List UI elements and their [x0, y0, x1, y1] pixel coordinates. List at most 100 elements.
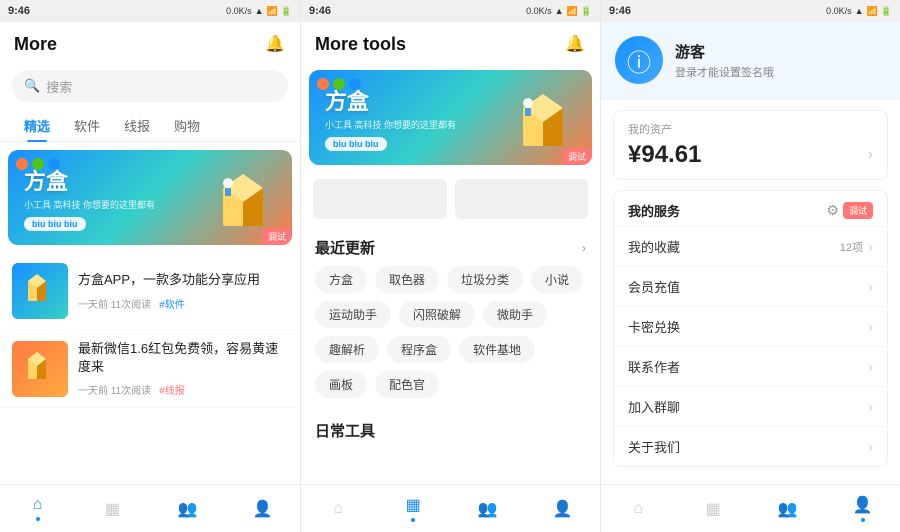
people-icon-1: 👥 [178, 499, 198, 519]
nav-home-3[interactable]: ⌂ [601, 485, 676, 532]
recent-more[interactable]: › [582, 241, 586, 255]
search-bar-1[interactable]: 🔍 搜索 [12, 70, 288, 102]
profile-info: 游客 登录才能设置签名哦 [675, 41, 774, 80]
bell-button-1[interactable]: 🔔 [264, 33, 286, 55]
tool-tag-8[interactable]: 程序盒 [387, 336, 451, 363]
tab-featured[interactable]: 精选 [12, 110, 62, 141]
article-info-1: 最新微信1.6红包免费领，容易黄速度来 一天前 11次阅读 #线报 [78, 340, 288, 397]
service-item-label-2: 卡密兑换 [628, 317, 680, 336]
daily-title: 日常工具 [315, 420, 375, 441]
nav-grid-1[interactable]: ▦ [75, 485, 150, 532]
article-thumb-1 [12, 341, 68, 397]
article-meta-1: 一天前 11次阅读 #线报 [78, 382, 288, 397]
banner-btn-2[interactable]: biu biu biu [325, 137, 387, 151]
banner-btn-1[interactable]: biu biu biu [24, 217, 86, 231]
service-item-0[interactable]: 我的收藏 12项 › [614, 226, 887, 266]
status-icons-3: 0.0K/s ▲ 📶 🔋 [826, 6, 892, 17]
service-item-right-4: › [869, 400, 873, 414]
battery-icon-3: 🔋 [881, 6, 892, 17]
nav-person-1[interactable]: 👤 [225, 485, 300, 532]
service-item-5[interactable]: 关于我们 › [614, 426, 887, 466]
tool-tag-3[interactable]: 小说 [531, 266, 583, 293]
home-icon-1: ⌂ [33, 496, 43, 514]
nav-people-1[interactable]: 👥 [150, 485, 225, 532]
banner-2[interactable]: 方盒 小工具 高科技 你想要的这里都有 biu biu biu 调试 [309, 70, 592, 165]
time-3: 9:46 [609, 5, 631, 17]
banner-sub-1: 小工具 高科技 你想要的这里都有 [24, 198, 155, 211]
asset-row: ¥94.61 › [628, 141, 873, 169]
service-item-4[interactable]: 加入群聊 › [614, 386, 887, 426]
bell-button-2[interactable]: 🔔 [564, 33, 586, 55]
section-header-recent: 最近更新 › [315, 237, 586, 258]
signal-icon-2: ▲ [555, 6, 564, 16]
nav-person-2[interactable]: 👤 [525, 485, 600, 532]
article-info-0: 方盒APP，一款多功能分享应用 一天前 11次阅读 #软件 [78, 271, 288, 310]
service-item-label-0: 我的收藏 [628, 237, 680, 256]
gear-icon[interactable]: ⚙ [826, 202, 839, 219]
header-2: More tools 🔔 [301, 22, 600, 66]
tool-tag-1[interactable]: 取色器 [375, 266, 439, 293]
tool-tag-4[interactable]: 运动助手 [315, 301, 391, 328]
tool-tag-11[interactable]: 配色官 [375, 371, 439, 398]
nav-person-3[interactable]: 👤 [825, 485, 900, 532]
chevron-icon-2: › [869, 320, 873, 334]
tool-tag-0[interactable]: 方盒 [315, 266, 367, 293]
person-icon-2: 👤 [553, 499, 573, 519]
tool-tag-5[interactable]: 闪照破解 [399, 301, 475, 328]
tool-tag-2[interactable]: 垃圾分类 [447, 266, 523, 293]
article-tag-1: #线报 [159, 382, 185, 397]
nav-home-2[interactable]: ⌂ [301, 485, 376, 532]
debug-badge-1: 调试 [262, 228, 292, 245]
daily-section: 日常工具 [301, 410, 600, 453]
asset-card[interactable]: 我的资产 ¥94.61 › [613, 110, 888, 180]
banner-inner-2: 方盒 小工具 高科技 你想要的这里都有 biu biu biu [309, 70, 592, 165]
service-item-right-2: › [869, 320, 873, 334]
nav-dot-2 [411, 518, 415, 522]
time-1: 9:46 [8, 5, 30, 17]
article-title-0: 方盒APP，一款多功能分享应用 [78, 271, 288, 289]
service-item-1[interactable]: 会员充值 › [614, 266, 887, 306]
service-item-label-5: 关于我们 [628, 437, 680, 456]
page-title-2: More tools [315, 34, 406, 55]
banner-1[interactable]: 方盒 小工具 高科技 你想要的这里都有 biu biu biu [8, 150, 292, 245]
header-1: More 🔔 [0, 22, 300, 66]
debug-badge-2: 调试 [562, 148, 592, 165]
section-header-daily: 日常工具 [315, 420, 586, 441]
tool-tag-7[interactable]: 趣解析 [315, 336, 379, 363]
panel-profile: 9:46 0.0K/s ▲ 📶 🔋 ⓘ 游客 登录才能设置签名哦 我的资产 ¥9… [600, 0, 900, 532]
service-item-2[interactable]: 卡密兑换 › [614, 306, 887, 346]
tool-tag-10[interactable]: 画板 [315, 371, 367, 398]
nav-people-3[interactable]: 👥 [751, 485, 826, 532]
banner-inner-1: 方盒 小工具 高科技 你想要的这里都有 biu biu biu [8, 150, 292, 245]
panel-more: 9:46 0.0K/s ▲ 📶 🔋 More 🔔 🔍 搜索 精选 软件 线报 购… [0, 0, 300, 532]
nav-home-1[interactable]: ⌂ [0, 485, 75, 532]
banner-text-2: 方盒 小工具 高科技 你想要的这里都有 biu biu biu [325, 84, 456, 152]
placeholder-cards-2 [301, 171, 600, 227]
banner-sub-2: 小工具 高科技 你想要的这里都有 [325, 118, 456, 131]
grid-icon-3: ▦ [706, 499, 721, 519]
asset-label: 我的资产 [628, 121, 873, 137]
service-card: 我的服务 ⚙ 调试 我的收藏 12项 › 会员充值 › 卡密兑换 › [613, 190, 888, 467]
tab-deals[interactable]: 线报 [112, 110, 162, 141]
tab-software[interactable]: 软件 [62, 110, 112, 141]
profile-header: ⓘ 游客 登录才能设置签名哦 [601, 22, 900, 100]
status-icons-2: 0.0K/s ▲ 📶 🔋 [526, 6, 592, 17]
placeholder-card-1 [313, 179, 447, 219]
article-item-0[interactable]: 方盒APP，一款多功能分享应用 一天前 11次阅读 #软件 [0, 253, 300, 330]
nav-grid-2[interactable]: ▦ [376, 485, 451, 532]
tool-tag-9[interactable]: 软件基地 [459, 336, 535, 363]
service-item-3[interactable]: 联系作者 › [614, 346, 887, 386]
debug-badge-3: 调试 [843, 202, 873, 219]
tool-tag-6[interactable]: 微助手 [483, 301, 547, 328]
chevron-icon-5: › [869, 440, 873, 454]
tab-shop[interactable]: 购物 [162, 110, 212, 141]
nav-people-2[interactable]: 👥 [451, 485, 526, 532]
panel-more-tools: 9:46 0.0K/s ▲ 📶 🔋 More tools 🔔 方盒 小工具 高科… [300, 0, 600, 532]
bottom-nav-3: ⌂ ▦ 👥 👤 [601, 484, 900, 532]
profile-name: 游客 [675, 41, 774, 62]
service-item-right-0: 12项 › [840, 239, 873, 255]
time-2: 9:46 [309, 5, 331, 17]
article-item-1[interactable]: 最新微信1.6红包免费领，容易黄速度来 一天前 11次阅读 #线报 [0, 330, 300, 408]
search-icon-1: 🔍 [24, 78, 40, 94]
nav-grid-3[interactable]: ▦ [676, 485, 751, 532]
